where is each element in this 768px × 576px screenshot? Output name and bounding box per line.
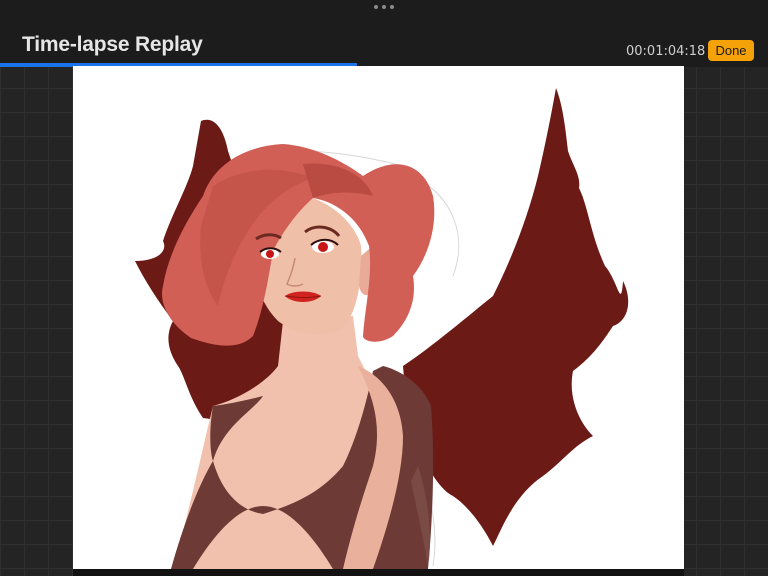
artwork-canvas[interactable] (73, 66, 684, 569)
canvas-edge (73, 569, 684, 576)
more-dots-icon[interactable] (374, 3, 394, 11)
timecode-display: 00:01:04:18 (626, 44, 706, 59)
page-title: Time-lapse Replay (22, 33, 203, 56)
replay-header: Time-lapse Replay 00:01:04:18 Done (0, 0, 768, 64)
done-button[interactable]: Done (708, 40, 754, 61)
artwork-image (135, 88, 629, 569)
